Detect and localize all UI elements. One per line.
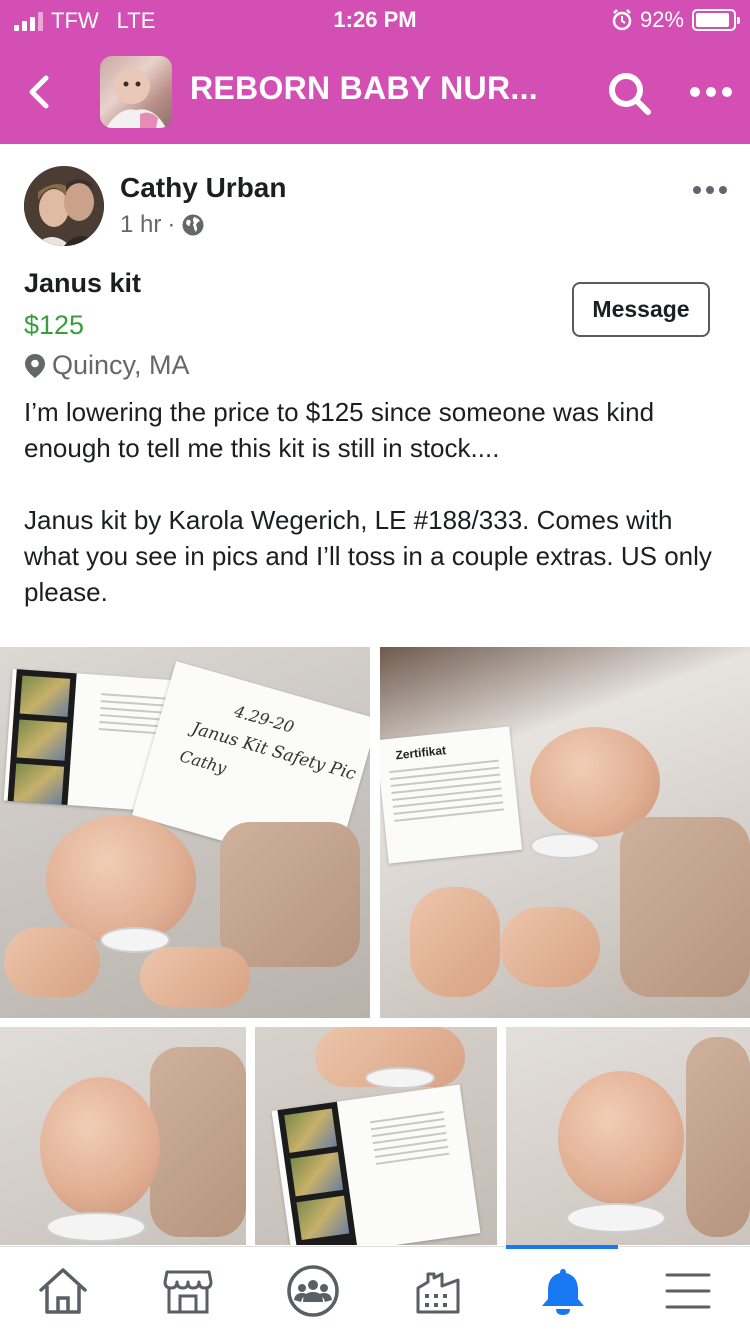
- doll-leg-image: [410, 887, 500, 997]
- certificate-text-lines: [389, 759, 504, 827]
- photo-strip-image: [7, 669, 77, 806]
- listing-photo-4[interactable]: [255, 1027, 497, 1245]
- note-signature: Cathy: [177, 746, 229, 778]
- pages-icon: [416, 1272, 459, 1314]
- search-button[interactable]: [606, 70, 654, 118]
- neck-plate-image: [530, 833, 600, 859]
- post-time[interactable]: 1 hr: [120, 211, 161, 239]
- back-button[interactable]: [20, 70, 60, 114]
- cloth-body-image: [686, 1037, 750, 1237]
- photo-strip-image: [277, 1101, 358, 1245]
- groups-icon: [286, 1265, 339, 1317]
- nav-groups[interactable]: [250, 1247, 375, 1334]
- battery-icon: [692, 9, 740, 31]
- listing-photo-5[interactable]: [506, 1027, 750, 1245]
- location-pin-icon: [25, 353, 45, 378]
- home-icon: [38, 1268, 87, 1314]
- business-card-image: [271, 1084, 481, 1245]
- doll-leg-image: [140, 947, 250, 1007]
- alarm-icon: [612, 9, 632, 31]
- nav-home[interactable]: [0, 1247, 125, 1334]
- battery-percent: 92%: [639, 7, 684, 32]
- group-header: REBORN BABY NUR...: [0, 40, 750, 144]
- nav-notifications[interactable]: [500, 1247, 625, 1334]
- certificate-title: Zertifikat: [394, 743, 447, 763]
- notifications-icon: [541, 1269, 584, 1315]
- nav-pages[interactable]: [375, 1247, 500, 1334]
- certificate-image: Zertifikat: [380, 726, 523, 864]
- listing-price: $125: [24, 310, 85, 340]
- group-title[interactable]: REBORN BABY NUR...: [190, 70, 538, 107]
- search-icon: [609, 73, 651, 115]
- doll-arm-image: [4, 927, 100, 997]
- status-bar: TFW LTE 1:26 PM 92%: [0, 0, 750, 40]
- listing-photo-2[interactable]: Zertifikat: [380, 647, 750, 1018]
- status-right: 92%: [612, 7, 740, 33]
- author-name[interactable]: Cathy Urban: [120, 172, 286, 204]
- doll-head-image: [40, 1077, 160, 1217]
- battery-fill: [696, 13, 730, 27]
- message-button[interactable]: Message: [572, 282, 710, 337]
- bottom-nav: [0, 1245, 750, 1334]
- location-text: Quincy, MA: [52, 350, 190, 380]
- globe-icon: [182, 214, 204, 236]
- menu-icon: [665, 1273, 710, 1309]
- description-paragraph: Janus kit by Karola Wegerich, LE #188/33…: [24, 505, 712, 607]
- listing-photo-3[interactable]: [0, 1027, 246, 1245]
- meta-separator: ·: [167, 211, 176, 238]
- post-description: I’m lowering the price to $125 since som…: [24, 394, 724, 610]
- description-paragraph: I’m lowering the price to $125 since som…: [24, 397, 655, 463]
- listing-title: Janus kit: [24, 268, 142, 298]
- post-options-button[interactable]: [690, 180, 730, 200]
- cloth-body-image: [620, 817, 750, 997]
- neck-plate-image: [365, 1067, 435, 1089]
- nav-menu[interactable]: [625, 1247, 750, 1334]
- neck-plate-image: [566, 1203, 666, 1233]
- neck-plate-image: [46, 1212, 146, 1242]
- listing-location: Quincy, MA: [24, 350, 190, 381]
- cloth-body-image: [150, 1047, 246, 1237]
- post-meta: 1 hr ·: [120, 211, 205, 239]
- card-text-lines: [369, 1111, 450, 1170]
- nav-marketplace[interactable]: [125, 1247, 250, 1334]
- baby-photo-icon: [106, 68, 166, 128]
- marketplace-icon: [163, 1270, 212, 1314]
- profile-photo-icon: [24, 166, 104, 246]
- chevron-left-icon: [29, 75, 49, 109]
- author-avatar[interactable]: [24, 166, 104, 246]
- doll-head-image: [558, 1071, 684, 1205]
- doll-head-image: [46, 815, 196, 945]
- doll-arm-image: [500, 907, 600, 987]
- group-avatar[interactable]: [100, 56, 172, 128]
- more-dots-icon: [693, 186, 727, 194]
- cloth-body-image: [220, 822, 360, 967]
- listing-photo-1[interactable]: 4.29-20 Janus Kit Safety Pic Cathy: [0, 647, 370, 1018]
- more-dots-icon: [690, 87, 732, 97]
- more-options-button[interactable]: [688, 80, 734, 104]
